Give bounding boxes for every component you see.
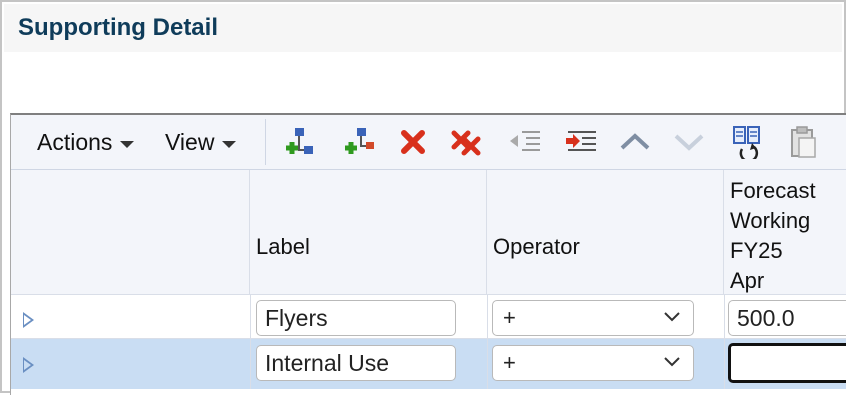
forecast-header-line: FY25 [730, 238, 783, 263]
view-menu-label: View [165, 129, 215, 155]
move-up-icon[interactable] [617, 125, 653, 159]
forecast-header-line: Working [730, 208, 811, 233]
cell-divider [724, 339, 725, 389]
column-header-operator-text: Operator [493, 234, 580, 259]
duplicate-icon[interactable] [729, 125, 765, 159]
demote-icon[interactable] [563, 125, 599, 159]
move-down-icon[interactable] [671, 125, 707, 159]
expand-row-icon[interactable] [23, 357, 34, 373]
operator-select[interactable]: + [492, 345, 694, 381]
operator-select-value: + [503, 350, 516, 375]
table-row-selected: + [11, 339, 846, 389]
delete-all-icon[interactable] [449, 125, 485, 159]
page-header: Supporting Detail [4, 4, 842, 52]
forecast-value-input-focused[interactable] [728, 343, 846, 383]
toolbar-divider [265, 119, 266, 165]
label-input[interactable] [256, 300, 456, 336]
column-header-forecast[interactable]: Forecast Working FY25 Apr [724, 170, 846, 295]
cell-divider [250, 295, 251, 338]
column-header-label[interactable]: Label [250, 170, 487, 295]
chevron-down-icon [664, 357, 680, 367]
chevron-down-icon [222, 141, 237, 148]
expand-row-icon[interactable] [23, 312, 34, 328]
cell-divider [724, 295, 725, 338]
cell-divider [487, 339, 488, 389]
add-sibling-icon[interactable] [281, 125, 317, 159]
forecast-header-text: Forecast Working FY25 Apr [730, 176, 816, 296]
forecast-header-line: Apr [730, 268, 765, 293]
row-header-column [11, 170, 250, 295]
detail-grid-panel: Actions View Label Operator Forecast Wor… [10, 113, 846, 395]
view-menu[interactable]: View [165, 129, 237, 156]
paste-icon[interactable] [785, 125, 821, 159]
chevron-down-icon [664, 312, 680, 322]
column-header-label-text: Label [256, 234, 310, 259]
page-title: Supporting Detail [18, 14, 218, 41]
actions-menu-label: Actions [37, 129, 113, 155]
operator-select-value: + [503, 305, 516, 330]
add-child-icon[interactable] [341, 125, 377, 159]
promote-icon[interactable] [507, 125, 543, 159]
cell-divider [250, 339, 251, 389]
cell-divider [487, 295, 488, 338]
delete-icon[interactable] [395, 125, 431, 159]
forecast-header-line: Forecast [730, 178, 816, 203]
actions-menu[interactable]: Actions [37, 129, 135, 156]
table-row: + [11, 295, 846, 339]
forecast-value-input[interactable] [728, 300, 846, 336]
label-input[interactable] [256, 345, 456, 381]
column-header-operator[interactable]: Operator [487, 170, 724, 295]
toolbar: Actions View [11, 115, 846, 170]
chevron-down-icon [120, 141, 135, 148]
operator-select[interactable]: + [492, 300, 694, 336]
